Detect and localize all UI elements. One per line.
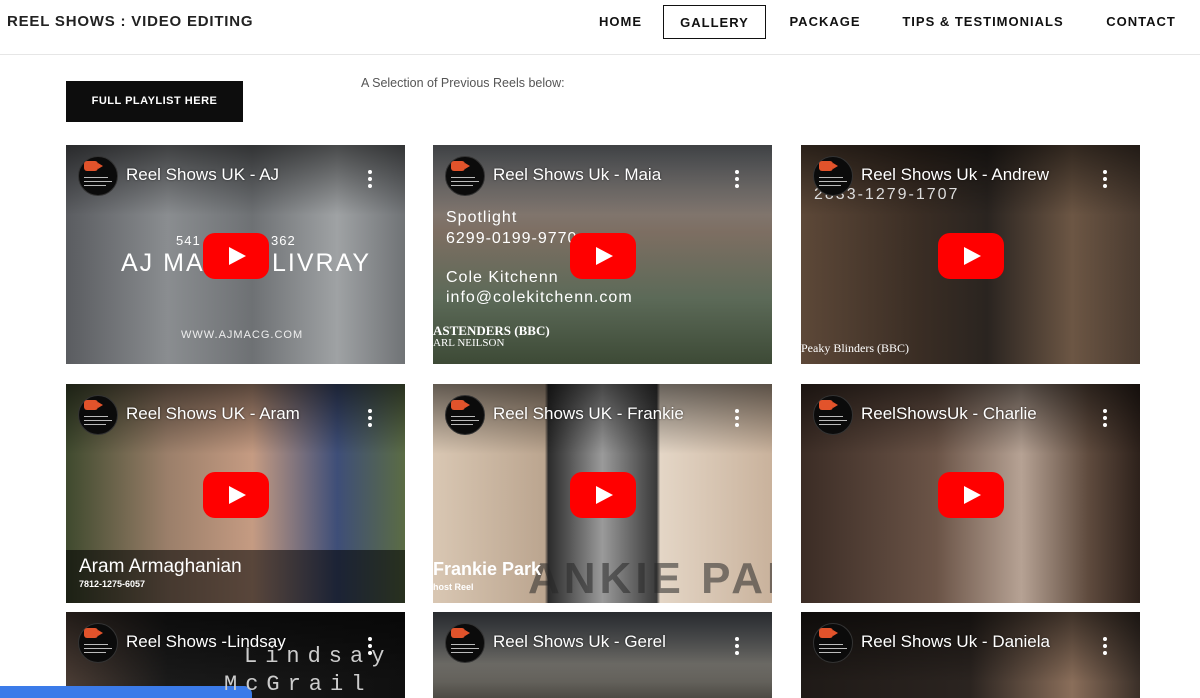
channel-logo-icon: [78, 156, 118, 196]
kebab-menu-icon[interactable]: [368, 637, 372, 658]
play-icon[interactable]: [938, 233, 1004, 279]
channel-logo-icon: [813, 395, 853, 435]
video-overlay-text: Spotlight: [446, 209, 518, 226]
video-title[interactable]: Reel Shows UK - AJ: [126, 165, 279, 185]
kebab-menu-icon[interactable]: [1103, 409, 1107, 430]
kebab-menu-icon[interactable]: [368, 170, 372, 191]
video-overlay-text: LIVRAY: [272, 249, 372, 277]
nav-gallery[interactable]: GALLERY: [663, 5, 766, 39]
play-icon[interactable]: [203, 472, 269, 518]
video-overlay-text: ARL NEILSON: [433, 337, 505, 349]
video-title[interactable]: Reel Shows Uk - Daniela: [861, 632, 1050, 652]
video-gerel[interactable]: Reel Shows Uk - Gerel: [433, 612, 772, 698]
kebab-menu-icon[interactable]: [735, 409, 739, 430]
kebab-menu-icon[interactable]: [735, 170, 739, 191]
gallery-intro-text: A Selection of Previous Reels below:: [361, 76, 565, 90]
channel-logo-icon: [445, 623, 485, 663]
video-title[interactable]: Reel Shows -Lindsay: [126, 632, 286, 652]
kebab-menu-icon[interactable]: [1103, 170, 1107, 191]
full-playlist-button[interactable]: FULL PLAYLIST HERE: [66, 81, 243, 122]
channel-logo-icon: [813, 156, 853, 196]
nav-contact[interactable]: CONTACT: [1104, 5, 1178, 39]
video-overlay-text: ANKIE PARK: [528, 554, 772, 603]
nav-package[interactable]: PACKAGE: [789, 5, 861, 39]
site-brand[interactable]: REEL SHOWS : VIDEO EDITING: [7, 13, 253, 30]
video-title[interactable]: Reel Shows Uk - Gerel: [493, 632, 666, 652]
video-charlie[interactable]: ReelShowsUk - Charlie: [801, 384, 1140, 603]
video-overlay-text: 541: [176, 233, 201, 248]
video-title[interactable]: Reel Shows UK - Frankie: [493, 404, 684, 424]
channel-logo-icon: [78, 623, 118, 663]
video-overlay-text: 362: [271, 233, 296, 248]
video-aj[interactable]: 541 362 AJ MA LIVRAY WWW.AJMACG.COM Reel…: [66, 145, 405, 364]
video-maia[interactable]: Spotlight 6299-0199-9770 Cole Kitchenn i…: [433, 145, 772, 364]
play-icon[interactable]: [938, 472, 1004, 518]
kebab-menu-icon[interactable]: [1103, 637, 1107, 658]
video-overlay-text: info@colekitchenn.com: [446, 289, 633, 306]
video-daniela[interactable]: Reel Shows Uk - Daniela: [801, 612, 1140, 698]
channel-logo-icon: [813, 623, 853, 663]
play-icon[interactable]: [203, 233, 269, 279]
video-overlay-text: 6299-0199-9770: [446, 230, 578, 247]
channel-logo-icon: [445, 156, 485, 196]
kebab-menu-icon[interactable]: [735, 637, 739, 658]
video-title[interactable]: ReelShowsUk - Charlie: [861, 404, 1037, 424]
video-andrew[interactable]: 2833-1279-1707 Peaky Blinders (BBC) Reel…: [801, 145, 1140, 364]
nav-tips-testimonials[interactable]: TIPS & TESTIMONIALS: [902, 5, 1064, 39]
video-title[interactable]: Reel Shows UK - Aram: [126, 404, 300, 424]
video-overlay-text: WWW.AJMACG.COM: [181, 329, 304, 341]
bottom-banner[interactable]: [0, 686, 252, 698]
channel-logo-icon: [78, 395, 118, 435]
nav-home[interactable]: HOME: [594, 5, 647, 39]
video-overlay-text: Cole Kitchenn: [446, 269, 559, 286]
site-header: REEL SHOWS : VIDEO EDITING HOME GALLERY …: [0, 0, 1200, 55]
video-overlay-text: AJ MA: [121, 249, 205, 277]
video-aram[interactable]: Aram Armaghanian 7812-1275-6057 Reel Sho…: [66, 384, 405, 603]
video-thumbnail: [433, 612, 772, 698]
play-icon[interactable]: [570, 472, 636, 518]
video-title[interactable]: Reel Shows Uk - Maia: [493, 165, 661, 185]
video-overlay-text: 7812-1275-6057: [79, 579, 146, 589]
video-overlay-text: McGrail: [224, 672, 373, 697]
play-icon[interactable]: [570, 233, 636, 279]
kebab-menu-icon[interactable]: [368, 409, 372, 430]
video-title[interactable]: Reel Shows Uk - Andrew: [861, 165, 1049, 185]
video-frankie[interactable]: ANKIE PARK Frankie Park host Reel Reel S…: [433, 384, 772, 603]
video-overlay-text: Frankie Park: [433, 559, 542, 579]
video-overlay-text: Peaky Blinders (BBC): [801, 341, 909, 355]
video-overlay-text: Aram Armaghanian: [79, 556, 242, 577]
channel-logo-icon: [445, 395, 485, 435]
video-thumbnail: [801, 612, 1140, 698]
video-overlay-text: host Reel: [433, 582, 474, 592]
